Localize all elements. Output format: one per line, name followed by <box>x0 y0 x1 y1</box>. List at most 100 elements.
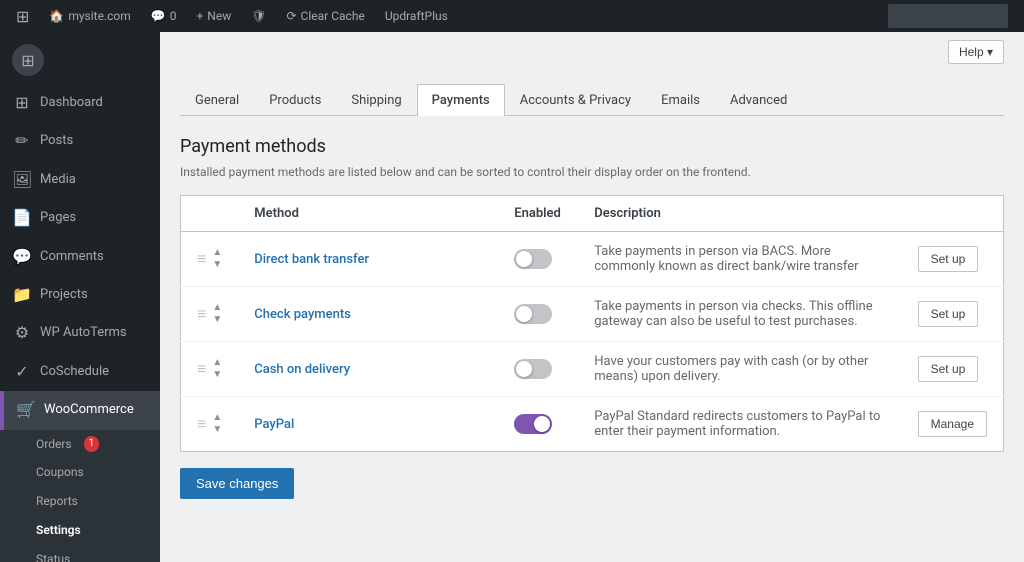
drag-handle-1[interactable]: ≡ <box>197 249 206 269</box>
woo-submenu: Orders 1 Coupons Reports Settings Status… <box>0 430 160 562</box>
comments-sidebar-icon: 💬 <box>12 246 32 268</box>
toggle-4[interactable] <box>514 414 552 434</box>
sidebar-item-orders[interactable]: Orders 1 <box>0 430 160 459</box>
sidebar-label-autoterms: WP AutoTerms <box>40 324 127 342</box>
drag-handle-2[interactable]: ≡ <box>197 304 206 324</box>
sort-down-2[interactable]: ▼ <box>212 315 222 325</box>
table-row: ≡ ▲ ▼ Cash on delivery <box>181 342 1004 397</box>
action-cell-2: Set up <box>902 287 1004 342</box>
table-row: ≡ ▲ ▼ Direct bank transfer <box>181 232 1004 287</box>
sidebar-item-woocommerce[interactable]: 🛒 WooCommerce <box>0 391 160 429</box>
enabled-cell-3 <box>498 342 578 397</box>
sidebar-item-media[interactable]: 🖼 Media <box>0 161 160 199</box>
sidebar-item-reports[interactable]: Reports <box>0 487 160 516</box>
sidebar-label-comments: Comments <box>40 248 104 266</box>
sidebar-item-projects[interactable]: 📁 Projects <box>0 276 160 314</box>
th-description: Description <box>578 196 901 232</box>
orders-label: Orders <box>36 436 72 453</box>
clear-cache-item[interactable]: ⟳ Clear Cache <box>278 9 372 23</box>
drag-cell-4: ≡ ▲ ▼ <box>181 397 239 452</box>
toggle-1[interactable] <box>514 249 552 269</box>
method-name-link-4[interactable]: PayPal <box>254 417 294 432</box>
row-controls-1: ≡ ▲ ▼ <box>197 248 222 270</box>
action-button-3[interactable]: Set up <box>918 356 979 382</box>
desc-cell-1: Take payments in person via BACS. More c… <box>578 232 901 287</box>
home-icon: 🏠 <box>49 9 64 23</box>
method-name-cell-4: PayPal <box>238 397 498 452</box>
sidebar-item-coupons[interactable]: Coupons <box>0 458 160 487</box>
settings-tabs: General Products Shipping Payments Accou… <box>180 84 1004 116</box>
sort-up-4[interactable]: ▲ <box>212 413 222 423</box>
posts-icon: ✏ <box>12 130 32 152</box>
waf-item[interactable]: 🛡 <box>243 9 274 23</box>
sidebar-item-settings[interactable]: Settings <box>0 516 160 545</box>
action-button-2[interactable]: Set up <box>918 301 979 327</box>
action-cell-3: Set up <box>902 342 1004 397</box>
desc-cell-4: PayPal Standard redirects customers to P… <box>578 397 901 452</box>
drag-cell-3: ≡ ▲ ▼ <box>181 342 239 397</box>
dashboard-icon: ⊞ <box>12 92 32 114</box>
method-name-cell-1: Direct bank transfer <box>238 232 498 287</box>
coschedule-icon: ✓ <box>12 361 32 383</box>
sidebar-item-dashboard[interactable]: ⊞ Dashboard <box>0 84 160 122</box>
settings-label: Settings <box>36 522 81 539</box>
new-item[interactable]: + New <box>188 9 239 23</box>
tab-general[interactable]: General <box>180 84 254 116</box>
sidebar-label-woo: WooCommerce <box>44 401 134 419</box>
sort-up-3[interactable]: ▲ <box>212 358 222 368</box>
save-section: Save changes <box>180 452 1004 499</box>
updraft-label: UpdraftPlus <box>385 9 448 23</box>
media-icon: 🖼 <box>12 169 32 191</box>
shield-icon: 🛡 <box>251 9 266 23</box>
page-description: Installed payment methods are listed bel… <box>180 165 1004 179</box>
th-enabled: Enabled <box>498 196 578 232</box>
main-content: Help ▾ General Products Shipping Payment… <box>160 32 1024 562</box>
reports-label: Reports <box>36 493 78 510</box>
tab-accounts[interactable]: Accounts & Privacy <box>505 84 646 116</box>
action-cell-1: Set up <box>902 232 1004 287</box>
wp-icon: ⊞ <box>16 7 29 26</box>
comments-item[interactable]: 💬 0 <box>143 9 185 23</box>
method-name-link-1[interactable]: Direct bank transfer <box>254 252 369 267</box>
action-button-1[interactable]: Set up <box>918 246 979 272</box>
sidebar-item-status[interactable]: Status <box>0 545 160 562</box>
sort-down-3[interactable]: ▼ <box>212 370 222 380</box>
sort-down-1[interactable]: ▼ <box>212 260 222 270</box>
enabled-cell-4 <box>498 397 578 452</box>
tab-products[interactable]: Products <box>254 84 336 116</box>
sidebar-item-coschedule[interactable]: ✓ CoSchedule <box>0 353 160 391</box>
tab-advanced[interactable]: Advanced <box>715 84 802 116</box>
tab-payments[interactable]: Payments <box>417 84 505 116</box>
tab-shipping[interactable]: Shipping <box>336 84 416 116</box>
drag-handle-4[interactable]: ≡ <box>197 414 206 434</box>
site-name-label: mysite.com <box>68 9 130 23</box>
help-button[interactable]: Help ▾ <box>948 40 1004 64</box>
sidebar-item-pages[interactable]: 📄 Pages <box>0 199 160 237</box>
method-name-link-2[interactable]: Check payments <box>254 307 351 322</box>
updraft-item[interactable]: UpdraftPlus <box>377 9 456 23</box>
sidebar-label-media: Media <box>40 171 76 189</box>
sort-up-1[interactable]: ▲ <box>212 248 222 258</box>
row-controls-2: ≡ ▲ ▼ <box>197 303 222 325</box>
wp-logo-item[interactable]: ⊞ <box>8 7 37 26</box>
enabled-cell-2 <box>498 287 578 342</box>
toggle-3[interactable] <box>514 359 552 379</box>
pages-icon: 📄 <box>12 207 32 229</box>
drag-handle-3[interactable]: ≡ <box>197 359 206 379</box>
drag-cell-1: ≡ ▲ ▼ <box>181 232 239 287</box>
desc-cell-3: Have your customers pay with cash (or by… <box>578 342 901 397</box>
site-name-item[interactable]: 🏠 mysite.com <box>41 9 138 23</box>
sidebar-item-comments[interactable]: 💬 Comments <box>0 238 160 276</box>
sort-up-2[interactable]: ▲ <box>212 303 222 313</box>
method-name-link-3[interactable]: Cash on delivery <box>254 362 350 377</box>
toggle-2[interactable] <box>514 304 552 324</box>
action-button-4[interactable]: Manage <box>918 411 987 437</box>
sidebar-item-autoterms[interactable]: ⚙ WP AutoTerms <box>0 314 160 352</box>
tab-emails[interactable]: Emails <box>646 84 715 116</box>
sidebar-label-projects: Projects <box>40 286 88 304</box>
save-button[interactable]: Save changes <box>180 468 294 499</box>
wp-sidebar-icon: ⊞ <box>12 44 44 76</box>
sidebar-item-posts[interactable]: ✏ Posts <box>0 122 160 160</box>
main-inner: General Products Shipping Payments Accou… <box>160 64 1024 519</box>
sort-down-4[interactable]: ▼ <box>212 425 222 435</box>
